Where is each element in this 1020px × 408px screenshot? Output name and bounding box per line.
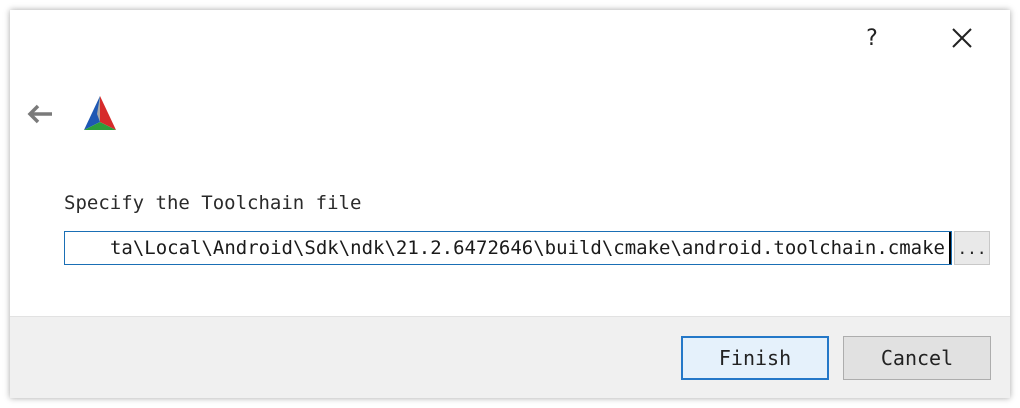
back-arrow-icon (27, 104, 52, 124)
toolchain-path-value: ta\Local\Android\Sdk\ndk\21.2.6472646\bu… (110, 232, 951, 264)
close-icon (952, 28, 972, 48)
finish-button[interactable]: Finish (681, 336, 829, 380)
dialog-footer: Finish Cancel (10, 316, 1010, 398)
cancel-button[interactable]: Cancel (843, 336, 991, 380)
browse-button[interactable]: ... (954, 231, 990, 265)
cmake-logo-icon (80, 94, 120, 134)
toolchain-path-input[interactable]: ta\Local\Android\Sdk\ndk\21.2.6472646\bu… (64, 231, 952, 265)
back-button[interactable] (24, 100, 56, 128)
dialog-window: ? Specify the Toolchain file ta\Local\An… (10, 10, 1010, 398)
help-button[interactable]: ? (858, 22, 886, 54)
close-button[interactable] (944, 22, 980, 54)
toolchain-prompt-label: Specify the Toolchain file (64, 192, 362, 214)
